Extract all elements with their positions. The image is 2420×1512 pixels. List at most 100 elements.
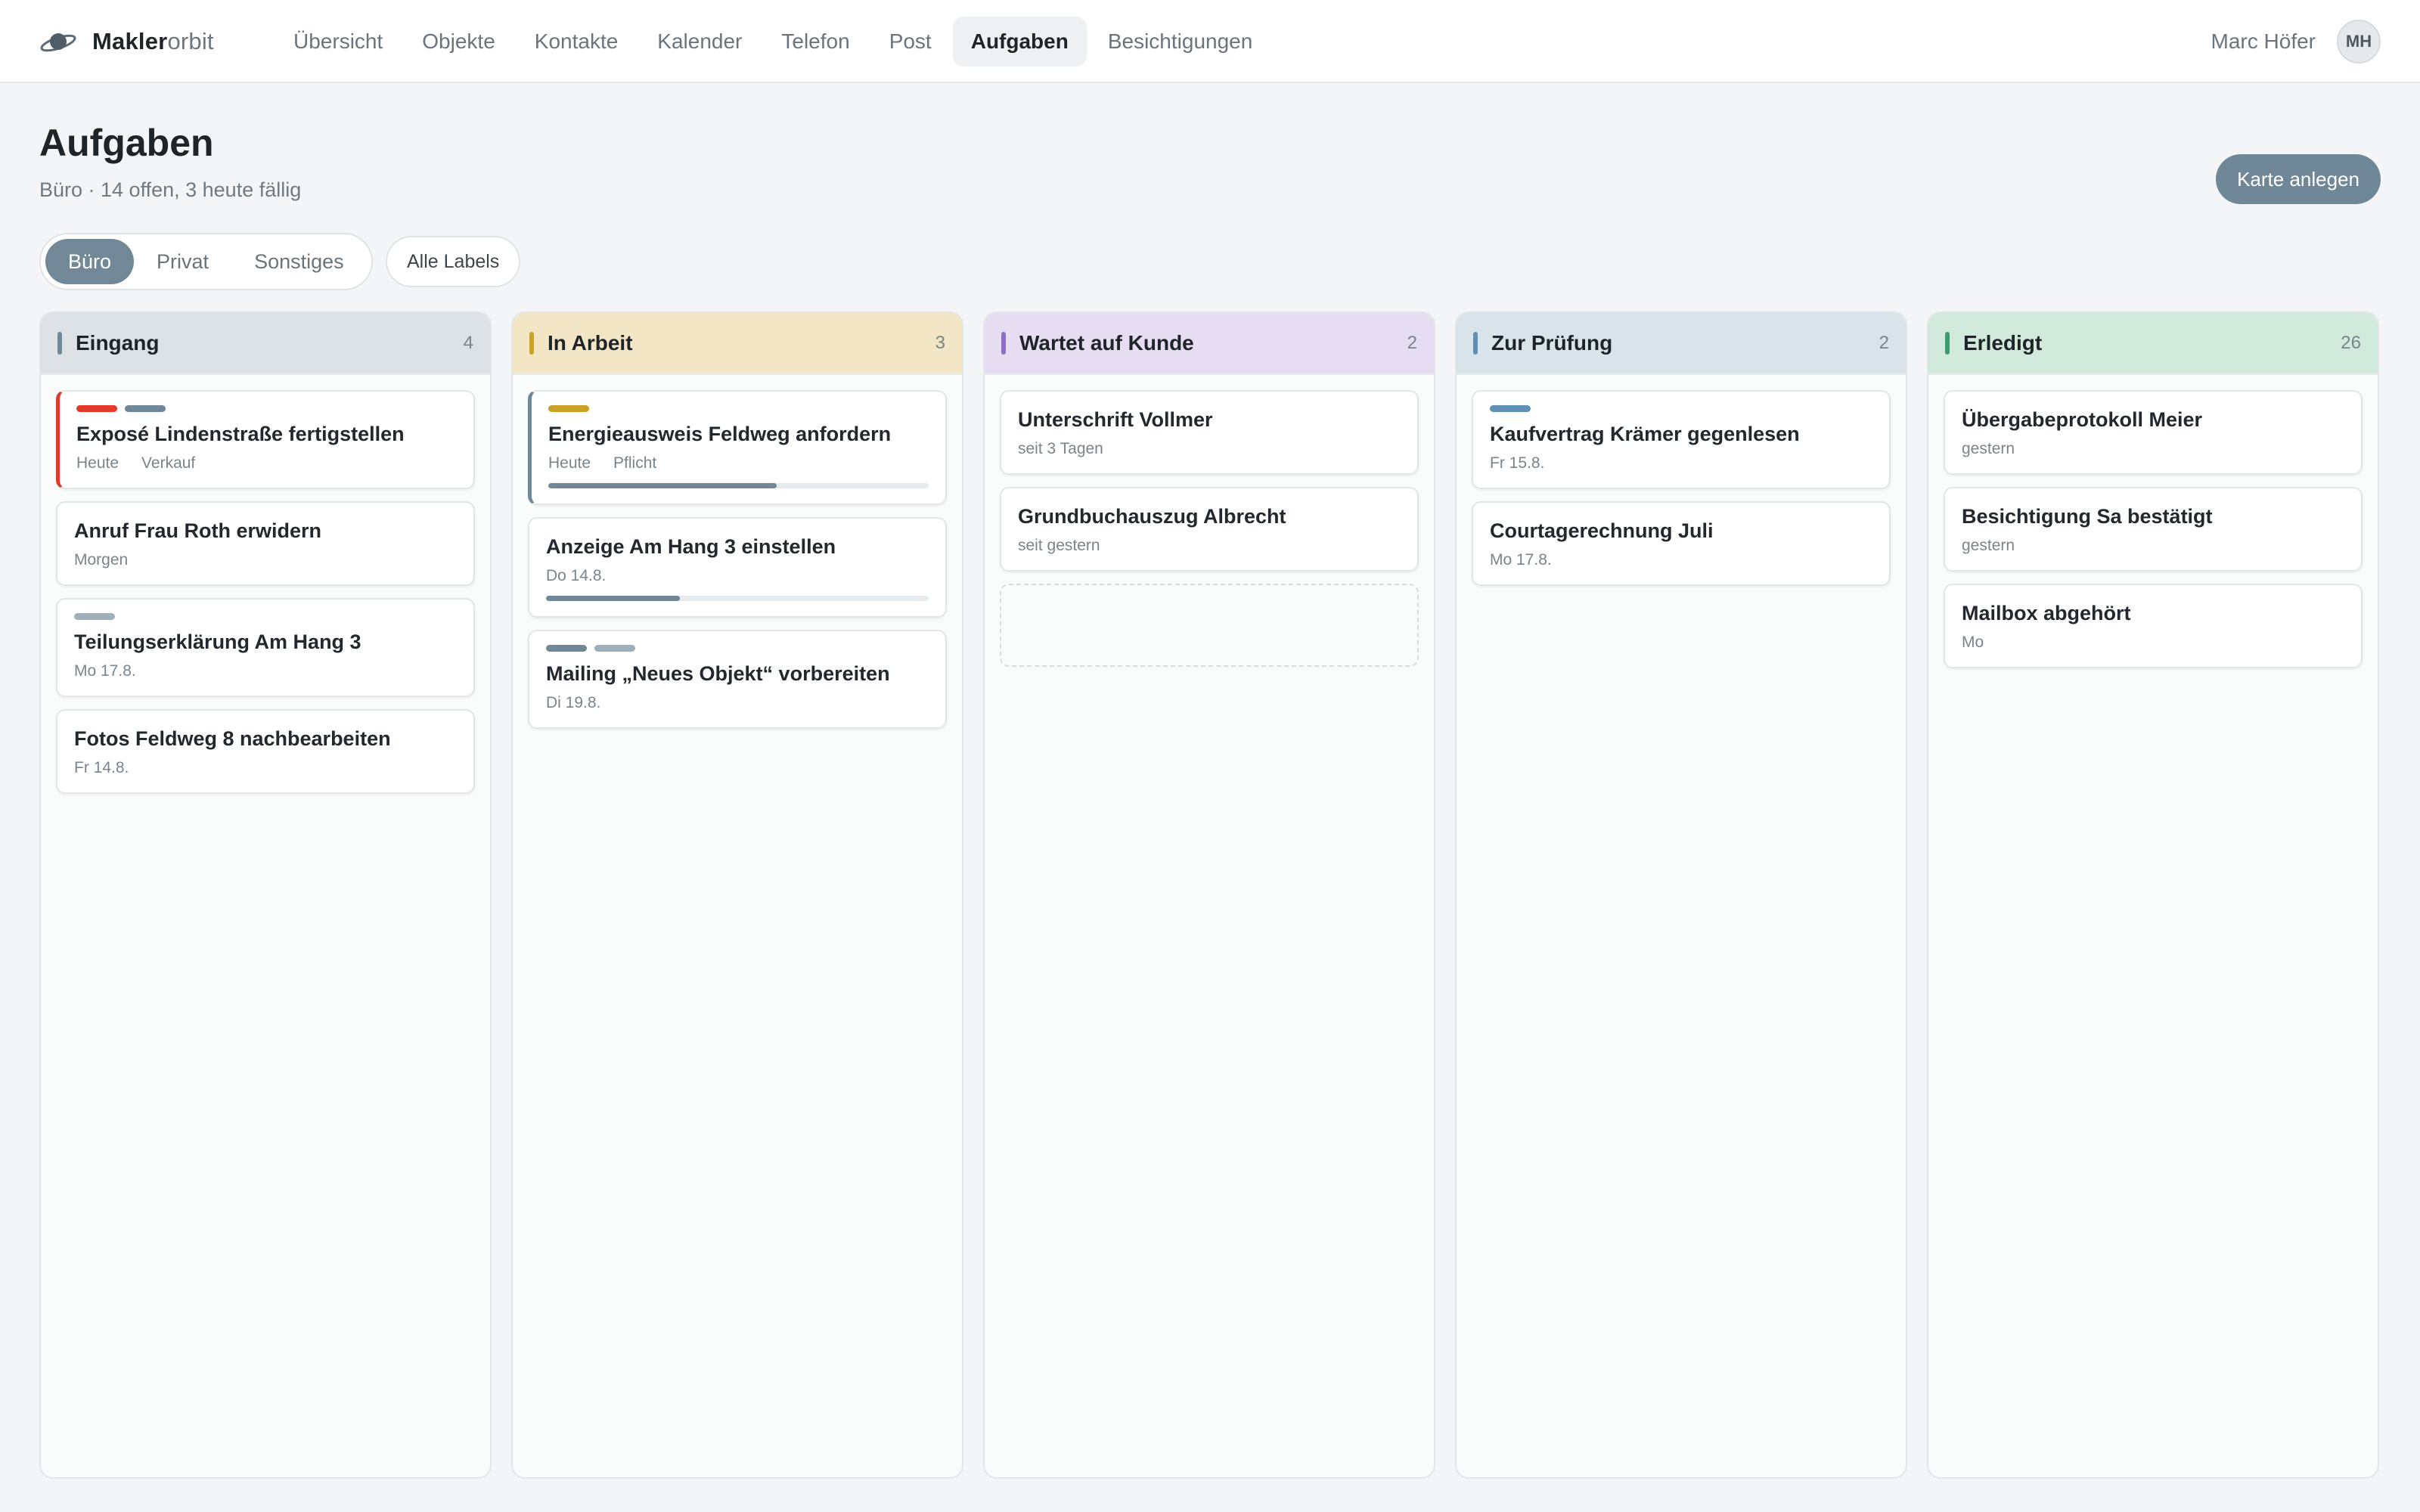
card-title: Exposé Lindenstraße fertigstellen bbox=[76, 423, 405, 445]
task-card[interactable]: Mailbox abgehört Mo bbox=[1944, 584, 2363, 668]
label-chip bbox=[1490, 405, 1531, 412]
column-color-bar bbox=[1473, 332, 1478, 355]
card-due-date: Mo bbox=[1962, 634, 1984, 651]
task-card[interactable]: Exposé Lindenstraße fertigstellen Heute Ve… bbox=[56, 390, 475, 489]
task-card[interactable]: Grundbuchauszug Albrecht seit gestern bbox=[1000, 487, 1419, 572]
card-meta: Di 19.8. bbox=[546, 694, 929, 712]
segment-buro[interactable]: Büro bbox=[45, 239, 135, 284]
card-meta: gestern bbox=[1962, 537, 2344, 555]
card-meta: seit 3 Tagen bbox=[1018, 440, 1401, 458]
card-tag-text: Verkauf bbox=[141, 454, 196, 472]
card-due-date: Mo 17.8. bbox=[1490, 551, 1552, 569]
column-count: 26 bbox=[2341, 333, 2361, 353]
nav-item-besichtigungen[interactable]: Besichtigungen bbox=[1090, 17, 1270, 67]
nav-item-aufgaben[interactable]: Aufgaben bbox=[952, 17, 1087, 67]
segment-privat[interactable]: Privat bbox=[134, 239, 231, 284]
task-card[interactable]: Mailing „Neues Objekt“ vorbereiten Di 19.… bbox=[528, 630, 947, 729]
label-chip bbox=[548, 405, 589, 412]
task-card[interactable]: Anruf Frau Roth erwidern Morgen bbox=[56, 501, 475, 586]
card-progress-bar bbox=[546, 596, 929, 601]
page-title: Aufgaben bbox=[39, 122, 214, 164]
card-list: Kaufvertrag Krämer gegenlesen Fr 15.8. Cou… bbox=[1457, 375, 1906, 613]
card-meta: Mo 17.8. bbox=[74, 662, 457, 680]
task-card[interactable]: Unterschrift Vollmer seit 3 Tagen bbox=[1000, 390, 1419, 475]
task-card[interactable]: Teilungserklärung Am Hang 3 Mo 17.8. bbox=[56, 598, 475, 697]
column-count: 4 bbox=[463, 333, 473, 353]
card-meta: Do 14.8. bbox=[546, 567, 929, 585]
column-zur-prufung: Zur Prüfung 2 Kaufvertrag Krämer gegenlese… bbox=[1455, 311, 1907, 1479]
card-due-date: seit gestern bbox=[1018, 537, 1100, 554]
card-meta: Mo bbox=[1962, 634, 2344, 652]
nav-item-objekte[interactable]: Objekte bbox=[404, 17, 513, 67]
avatar[interactable]: MH bbox=[2337, 20, 2381, 64]
create-card-button[interactable]: Karte anlegen bbox=[2216, 154, 2381, 204]
column-eingang: Eingang 4 Exposé Lindenstraße fertigstelle… bbox=[39, 311, 492, 1479]
column-header: Wartet auf Kunde 2 bbox=[985, 313, 1434, 375]
task-card[interactable]: Übergabeprotokoll Meier gestern bbox=[1944, 390, 2363, 475]
card-meta: Heute Pflicht bbox=[548, 454, 929, 472]
card-title: Kaufvertrag Krämer gegenlesen bbox=[1490, 423, 1800, 445]
card-title: Grundbuchauszug Albrecht bbox=[1018, 505, 1286, 528]
card-labels bbox=[74, 613, 457, 620]
card-title: Mailbox abgehört bbox=[1962, 602, 2131, 624]
card-title: Anruf Frau Roth erwidern bbox=[74, 519, 322, 542]
column-title: Eingang bbox=[76, 331, 160, 355]
column-title: Wartet auf Kunde bbox=[1019, 331, 1194, 355]
brand-name-bold: Makler bbox=[92, 28, 168, 54]
card-due-date: Heute bbox=[76, 454, 119, 472]
card-due-date: gestern bbox=[1962, 440, 2015, 457]
card-meta: gestern bbox=[1962, 440, 2344, 458]
card-title: Anzeige Am Hang 3 einstellen bbox=[546, 535, 836, 558]
card-meta: Heute Verkauf bbox=[76, 454, 457, 472]
task-card[interactable]: Fotos Feldweg 8 nachbearbeiten Fr 14.8. bbox=[56, 709, 475, 794]
brand-name: Maklerorbit bbox=[92, 28, 214, 55]
card-due-date: Morgen bbox=[74, 551, 129, 569]
brand-name-light: orbit bbox=[167, 28, 214, 54]
card-meta: Fr 14.8. bbox=[74, 759, 457, 777]
nav-item-kontakte[interactable]: Kontakte bbox=[517, 17, 637, 67]
labels-filter-button[interactable]: Alle Labels bbox=[386, 236, 521, 287]
brand[interactable]: Maklerorbit bbox=[39, 0, 214, 83]
planet-logo-icon bbox=[40, 33, 76, 52]
nav-item-ubersicht[interactable]: Übersicht bbox=[275, 17, 401, 67]
column-header: Eingang 4 bbox=[41, 313, 490, 375]
task-card[interactable]: Anzeige Am Hang 3 einstellen Do 14.8. bbox=[528, 517, 947, 618]
column-title: In Arbeit bbox=[548, 331, 633, 355]
card-title: Teilungserklärung Am Hang 3 bbox=[74, 631, 361, 653]
column-title: Erledigt bbox=[1963, 331, 2043, 355]
card-due-date: Di 19.8. bbox=[546, 694, 601, 711]
card-due-date: Fr 15.8. bbox=[1490, 454, 1545, 472]
column-title: Zur Prüfung bbox=[1491, 331, 1613, 355]
column-color-bar bbox=[1945, 332, 1950, 355]
card-labels bbox=[1490, 405, 1872, 412]
column-header: Zur Prüfung 2 bbox=[1457, 313, 1906, 375]
segment-sonstiges[interactable]: Sonstiges bbox=[231, 239, 367, 284]
card-due-date: Heute bbox=[548, 454, 591, 472]
column-wartet-auf-kunde: Wartet auf Kunde 2 Unterschrift Vollmer sei… bbox=[983, 311, 1435, 1479]
task-card[interactable]: Energieausweis Feldweg anfordern Heute Pfl… bbox=[528, 390, 947, 505]
card-meta: Morgen bbox=[74, 551, 457, 569]
task-card[interactable]: Besichtigung Sa bestätigt gestern bbox=[1944, 487, 2363, 572]
nav-item-telefon[interactable]: Telefon bbox=[763, 17, 867, 67]
column-color-bar bbox=[529, 332, 534, 355]
nav-item-kalender[interactable]: Kalender bbox=[639, 17, 760, 67]
user-menu[interactable]: Marc Höfer MH bbox=[2211, 0, 2381, 83]
label-chip bbox=[74, 613, 115, 620]
card-title: Übergabeprotokoll Meier bbox=[1962, 408, 2203, 431]
card-meta: seit gestern bbox=[1018, 537, 1401, 555]
card-title: Courtagerechnung Juli bbox=[1490, 519, 1714, 542]
task-card[interactable]: Courtagerechnung Juli Mo 17.8. bbox=[1472, 501, 1891, 586]
column-color-bar bbox=[57, 332, 62, 355]
column-header: In Arbeit 3 bbox=[513, 313, 962, 375]
card-title: Unterschrift Vollmer bbox=[1018, 408, 1213, 431]
card-title: Mailing „Neues Objekt“ vorbereiten bbox=[546, 662, 890, 685]
column-color-bar bbox=[1001, 332, 1006, 355]
nav-item-post[interactable]: Post bbox=[871, 17, 950, 67]
column-count: 2 bbox=[1407, 333, 1417, 353]
task-card[interactable]: Kaufvertrag Krämer gegenlesen Fr 15.8. bbox=[1472, 390, 1891, 489]
label-chip bbox=[125, 405, 166, 412]
card-due-date: Mo 17.8. bbox=[74, 662, 136, 680]
label-chip bbox=[546, 645, 587, 652]
card-dropzone[interactable] bbox=[1000, 584, 1419, 667]
card-title: Besichtigung Sa bestätigt bbox=[1962, 505, 2213, 528]
